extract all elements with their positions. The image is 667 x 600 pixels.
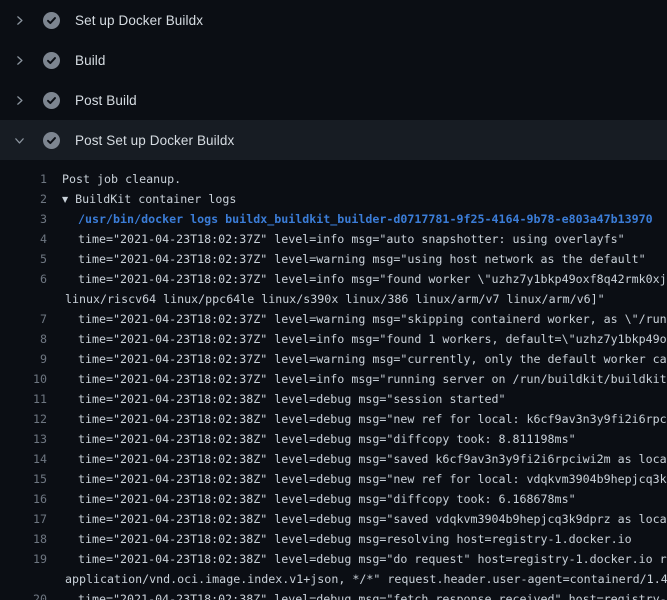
log-line-number[interactable]: 5: [0, 252, 47, 266]
log-line: 19 time="2021-04-23T18:02:38Z" level=debu…: [0, 549, 667, 569]
log-line-number[interactable]: 14: [0, 452, 47, 466]
log-line: 20 time="2021-04-23T18:02:38Z" level=debu…: [0, 589, 667, 600]
log-line-number[interactable]: 16: [0, 492, 47, 506]
log-line-text: time="2021-04-23T18:02:38Z" level=debug …: [78, 509, 667, 529]
log-line-text: time="2021-04-23T18:02:37Z" level=info m…: [78, 369, 667, 389]
step-row-build[interactable]: Build: [0, 40, 667, 80]
log-line-number[interactable]: 13: [0, 432, 47, 446]
log-line: 7 time="2021-04-23T18:02:37Z" level=warni…: [0, 309, 667, 329]
log-line-number[interactable]: 4: [0, 232, 47, 246]
log-line-number[interactable]: 2: [0, 192, 47, 206]
log-line: 5 time="2021-04-23T18:02:37Z" level=warni…: [0, 249, 667, 269]
log-line-text: time="2021-04-23T18:02:38Z" level=debug …: [78, 529, 632, 549]
log-line-number[interactable]: 19: [0, 552, 47, 566]
log-line: 2 ▼ BuildKit container logs: [0, 189, 667, 209]
log-line-number[interactable]: 10: [0, 372, 47, 386]
chevron-right-icon[interactable]: [13, 14, 30, 27]
log-line-text: time="2021-04-23T18:02:38Z" level=debug …: [78, 429, 576, 449]
log-line-text: time="2021-04-23T18:02:38Z" level=debug …: [78, 469, 667, 489]
log-line-number[interactable]: 17: [0, 512, 47, 526]
log-line-text: time="2021-04-23T18:02:38Z" level=debug …: [78, 409, 667, 429]
log-line: 10 time="2021-04-23T18:02:37Z" level=info…: [0, 369, 667, 389]
log-line-number[interactable]: 6: [0, 272, 47, 286]
log-line: 9 time="2021-04-23T18:02:37Z" level=warni…: [0, 349, 667, 369]
log-line: 4 time="2021-04-23T18:02:37Z" level=info …: [0, 229, 667, 249]
log-line-text: linux/riscv64 linux/ppc64le linux/s390x …: [65, 289, 605, 309]
steps-list: Set up Docker Buildx Build Post Build Post …: [0, 0, 667, 160]
group-collapse-triangle-icon[interactable]: ▼: [62, 195, 68, 204]
log-area: 1 Post job cleanup. 2 ▼ BuildKit container l…: [0, 160, 667, 600]
check-circle-icon: [43, 52, 60, 69]
log-line: 8 time="2021-04-23T18:02:37Z" level=info …: [0, 329, 667, 349]
chevron-right-icon[interactable]: [13, 94, 30, 107]
log-line-text: time="2021-04-23T18:02:37Z" level=info m…: [78, 269, 667, 289]
log-line-number[interactable]: 1: [0, 172, 47, 186]
step-label: Post Set up Docker Buildx: [75, 133, 234, 148]
log-line-number[interactable]: 11: [0, 392, 47, 406]
log-line-number[interactable]: 7: [0, 312, 47, 326]
log-line-text: time="2021-04-23T18:02:37Z" level=warnin…: [78, 349, 667, 369]
log-line: 16 time="2021-04-23T18:02:38Z" level=debu…: [0, 489, 667, 509]
check-circle-icon: [43, 92, 60, 109]
log-line: 3/usr/bin/docker logs buildx_buildkit_bu…: [0, 209, 667, 229]
log-line-number[interactable]: 8: [0, 332, 47, 346]
log-line-text: time="2021-04-23T18:02:37Z" level=info m…: [78, 329, 667, 349]
log-line-text: time="2021-04-23T18:02:38Z" level=debug …: [78, 549, 667, 569]
log-line-number[interactable]: 9: [0, 352, 47, 366]
chevron-down-icon[interactable]: [13, 134, 30, 147]
check-circle-icon: [43, 12, 60, 29]
step-row-post-build[interactable]: Post Build: [0, 80, 667, 120]
log-line-number[interactable]: 3: [0, 212, 47, 226]
log-line: 14 time="2021-04-23T18:02:38Z" level=debu…: [0, 449, 667, 469]
log-line-text: time="2021-04-23T18:02:37Z" level=info m…: [78, 229, 625, 249]
log-line-text: time="2021-04-23T18:02:38Z" level=debug …: [78, 389, 506, 409]
workflow-log-panel: Set up Docker Buildx Build Post Build Post …: [0, 0, 667, 600]
log-line-text: time="2021-04-23T18:02:37Z" level=warnin…: [78, 249, 646, 269]
step-row-set-up-docker-buildx[interactable]: Set up Docker Buildx: [0, 0, 667, 40]
log-line-number[interactable]: 18: [0, 532, 47, 546]
chevron-right-icon[interactable]: [13, 54, 30, 67]
log-line: 12 time="2021-04-23T18:02:38Z" level=debu…: [0, 409, 667, 429]
log-line: 6 time="2021-04-23T18:02:37Z" level=info …: [0, 269, 667, 289]
log-line: 15 time="2021-04-23T18:02:38Z" level=debu…: [0, 469, 667, 489]
log-line-text: time="2021-04-23T18:02:38Z" level=debug …: [78, 489, 576, 509]
log-line-text: time="2021-04-23T18:02:38Z" level=debug …: [78, 589, 667, 600]
log-line-number[interactable]: 15: [0, 472, 47, 486]
log-line: application/vnd.oci.image.index.v1+json,…: [0, 569, 667, 589]
log-line-text: time="2021-04-23T18:02:37Z" level=warnin…: [78, 309, 667, 329]
step-label: Set up Docker Buildx: [75, 13, 203, 28]
log-line: 1 Post job cleanup.: [0, 169, 667, 189]
log-line: 18 time="2021-04-23T18:02:38Z" level=debu…: [0, 529, 667, 549]
log-line: 13 time="2021-04-23T18:02:38Z" level=debu…: [0, 429, 667, 449]
log-line: linux/riscv64 linux/ppc64le linux/s390x …: [0, 289, 667, 309]
log-group-title[interactable]: BuildKit container logs: [75, 189, 236, 209]
step-label: Build: [75, 53, 106, 68]
step-label: Post Build: [75, 93, 137, 108]
check-circle-icon: [43, 132, 60, 149]
log-line: 17 time="2021-04-23T18:02:38Z" level=debu…: [0, 509, 667, 529]
log-line-number[interactable]: 20: [0, 592, 47, 600]
log-line-text: Post job cleanup.: [62, 169, 181, 189]
log-line: 11 time="2021-04-23T18:02:38Z" level=debu…: [0, 389, 667, 409]
step-row-post-set-up-docker-buildx[interactable]: Post Set up Docker Buildx: [0, 120, 667, 160]
log-command-text: /usr/bin/docker logs buildx_buildkit_bui…: [78, 209, 653, 229]
log-line-text: time="2021-04-23T18:02:38Z" level=debug …: [78, 449, 667, 469]
log-line-text: application/vnd.oci.image.index.v1+json,…: [65, 569, 667, 589]
log-line-number[interactable]: 12: [0, 412, 47, 426]
